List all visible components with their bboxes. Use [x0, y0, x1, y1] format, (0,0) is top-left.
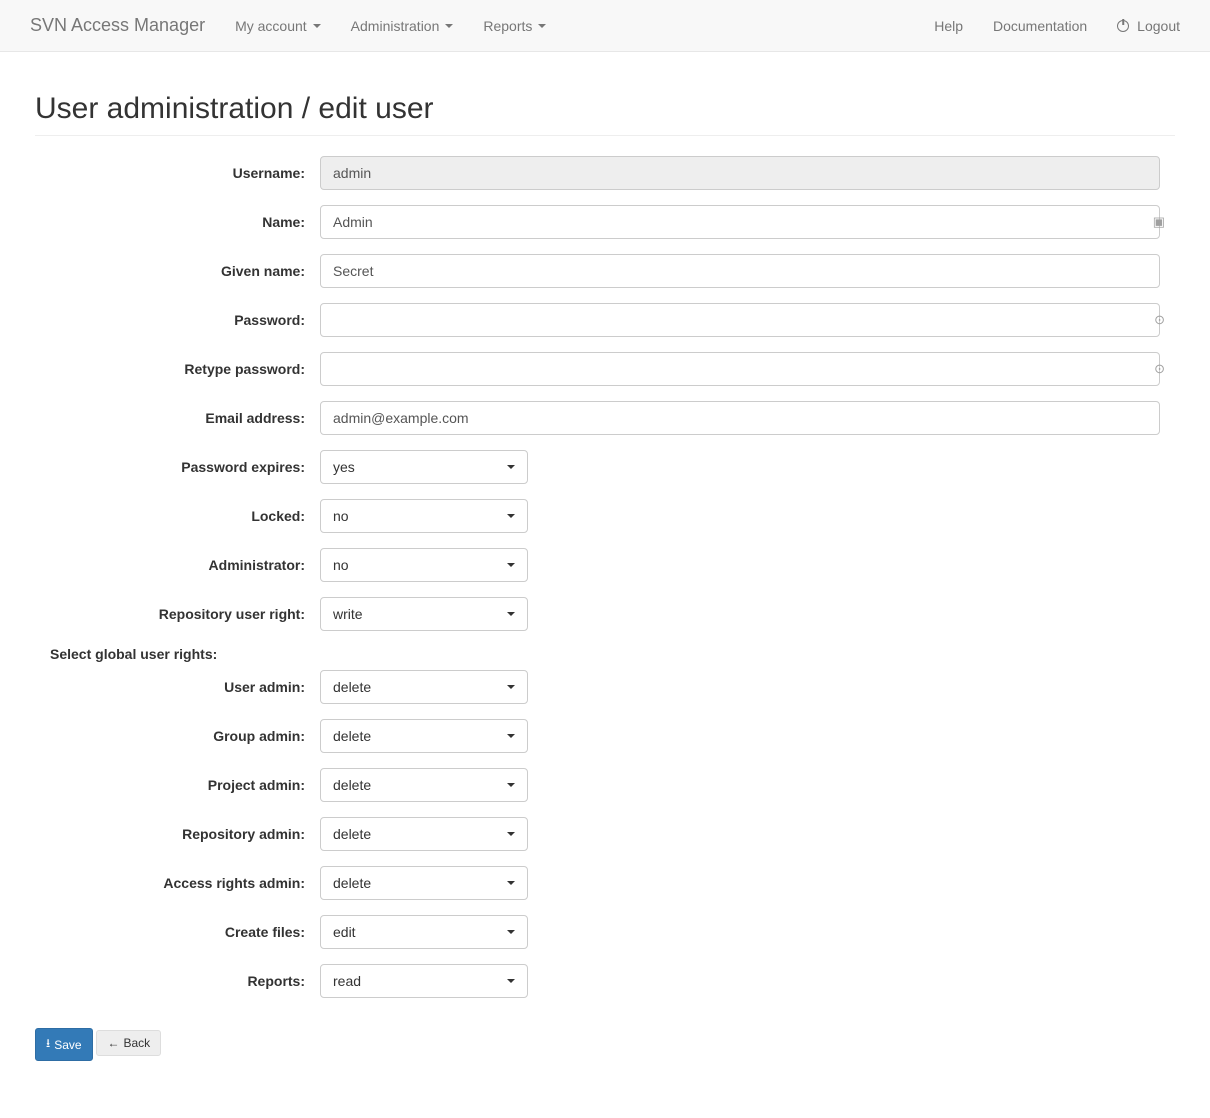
givenname-input[interactable]: [320, 254, 1160, 288]
power-icon: [1117, 20, 1129, 32]
groupadmin-label: Group admin:: [35, 728, 320, 744]
caret-icon: [445, 24, 453, 28]
global-rights-heading: Select global user rights:: [50, 646, 1175, 662]
key-icon: ⊙: [1154, 312, 1165, 328]
nav-documentation[interactable]: Documentation: [978, 3, 1102, 49]
nav-logout-label: Logout: [1137, 18, 1180, 34]
repoadmin-dropdown[interactable]: delete: [320, 817, 528, 851]
nav-my-account-label: My account: [235, 18, 307, 34]
retype-input[interactable]: [320, 352, 1160, 386]
locked-dropdown[interactable]: no: [320, 499, 528, 533]
locked-value: no: [333, 508, 349, 524]
email-label: Email address:: [35, 410, 320, 426]
caret-icon: [507, 979, 515, 983]
download-icon: ⭳: [46, 1034, 50, 1055]
repouser-dropdown[interactable]: write: [320, 597, 528, 631]
name-label: Name:: [35, 214, 320, 230]
repouser-value: write: [333, 606, 363, 622]
caret-icon: [507, 563, 515, 567]
groupadmin-dropdown[interactable]: delete: [320, 719, 528, 753]
caret-icon: [313, 24, 321, 28]
accessadmin-label: Access rights admin:: [35, 875, 320, 891]
name-input[interactable]: [320, 205, 1160, 239]
projectadmin-dropdown[interactable]: delete: [320, 768, 528, 802]
accessadmin-dropdown[interactable]: delete: [320, 866, 528, 900]
username-label: Username:: [35, 165, 320, 181]
reports-dropdown[interactable]: read: [320, 964, 528, 998]
arrow-left-icon: ←: [107, 1036, 119, 1050]
nav-logout[interactable]: Logout: [1102, 3, 1195, 49]
back-label: Back: [123, 1036, 150, 1050]
pwexpires-value: yes: [333, 459, 355, 475]
contact-card-icon: ▣: [1153, 214, 1165, 230]
reports-value: read: [333, 973, 361, 989]
nav-administration[interactable]: Administration: [336, 3, 469, 49]
locked-label: Locked:: [35, 508, 320, 524]
repoadmin-label: Repository admin:: [35, 826, 320, 842]
groupadmin-value: delete: [333, 728, 371, 744]
email-input[interactable]: [320, 401, 1160, 435]
save-button[interactable]: ⭳ Save: [35, 1028, 93, 1061]
accessadmin-value: delete: [333, 875, 371, 891]
caret-icon: [507, 514, 515, 518]
givenname-label: Given name:: [35, 263, 320, 279]
username-input: [320, 156, 1160, 190]
retype-label: Retype password:: [35, 361, 320, 377]
caret-icon: [507, 930, 515, 934]
page-header: User administration / edit user: [35, 92, 1175, 136]
nav-my-account[interactable]: My account: [220, 3, 336, 49]
pwexpires-label: Password expires:: [35, 459, 320, 475]
brand-link[interactable]: SVN Access Manager: [15, 0, 220, 51]
createfiles-value: edit: [333, 924, 356, 940]
form-actions: ⭳ Save ← Back: [35, 1028, 1175, 1061]
repouser-label: Repository user right:: [35, 606, 320, 622]
navbar-right: Help Documentation Logout: [919, 3, 1195, 49]
page-title: User administration / edit user: [35, 92, 1175, 126]
key-icon: ⊙: [1154, 361, 1165, 377]
nav-reports[interactable]: Reports: [468, 3, 561, 49]
navbar: SVN Access Manager My account Administra…: [0, 0, 1210, 52]
repoadmin-value: delete: [333, 826, 371, 842]
caret-icon: [507, 612, 515, 616]
caret-icon: [538, 24, 546, 28]
navbar-left: SVN Access Manager My account Administra…: [15, 0, 561, 51]
nav-administration-label: Administration: [351, 18, 440, 34]
caret-icon: [507, 734, 515, 738]
edit-user-form: Username: Name: ▣ Given name: Password: …: [35, 156, 1175, 1061]
save-label: Save: [54, 1038, 81, 1052]
password-label: Password:: [35, 312, 320, 328]
back-button[interactable]: ← Back: [96, 1030, 161, 1056]
useradmin-dropdown[interactable]: delete: [320, 670, 528, 704]
admin-value: no: [333, 557, 349, 573]
pwexpires-dropdown[interactable]: yes: [320, 450, 528, 484]
projectadmin-value: delete: [333, 777, 371, 793]
caret-icon: [507, 465, 515, 469]
nav-reports-label: Reports: [483, 18, 532, 34]
caret-icon: [507, 881, 515, 885]
createfiles-dropdown[interactable]: edit: [320, 915, 528, 949]
password-input[interactable]: [320, 303, 1160, 337]
admin-dropdown[interactable]: no: [320, 548, 528, 582]
caret-icon: [507, 783, 515, 787]
caret-icon: [507, 685, 515, 689]
projectadmin-label: Project admin:: [35, 777, 320, 793]
caret-icon: [507, 832, 515, 836]
nav-help[interactable]: Help: [919, 3, 978, 49]
admin-label: Administrator:: [35, 557, 320, 573]
createfiles-label: Create files:: [35, 924, 320, 940]
reports-label: Reports:: [35, 973, 320, 989]
useradmin-value: delete: [333, 679, 371, 695]
main-container: User administration / edit user Username…: [20, 92, 1190, 1061]
useradmin-label: User admin:: [35, 679, 320, 695]
